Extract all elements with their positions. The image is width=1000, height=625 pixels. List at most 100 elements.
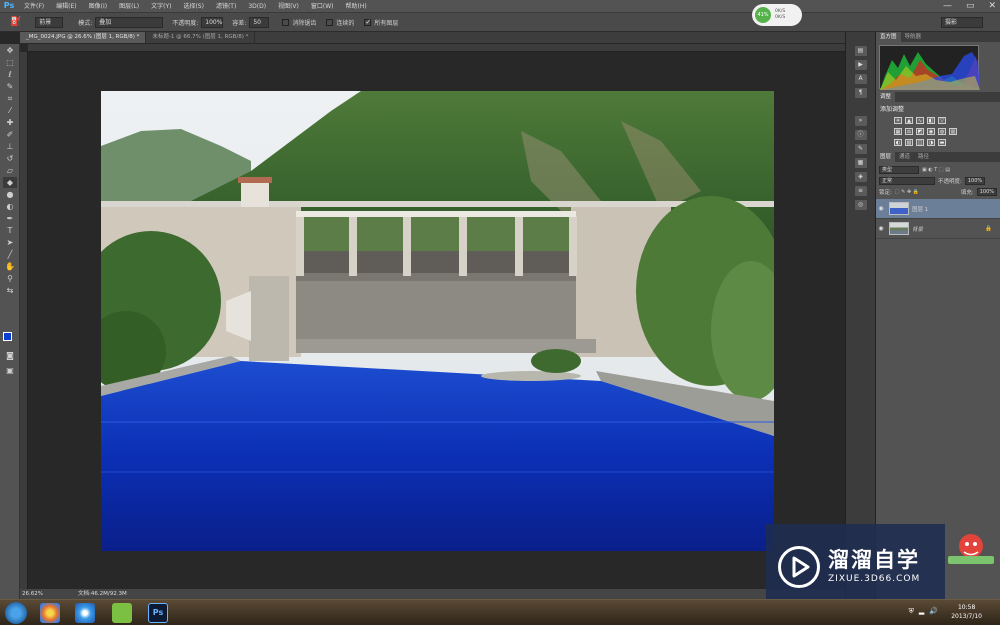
- invert-icon[interactable]: ◐: [894, 139, 902, 146]
- maximize-button[interactable]: ▭: [966, 0, 975, 12]
- vibrance-icon[interactable]: ▽: [938, 117, 946, 124]
- minimize-button[interactable]: —: [943, 0, 952, 12]
- layer-name[interactable]: 图层 1: [912, 205, 928, 213]
- threshold-icon[interactable]: ◫: [916, 139, 924, 146]
- swap-colors-icon[interactable]: ⇆: [3, 285, 17, 296]
- crop-tool-icon[interactable]: ⌗: [3, 93, 17, 104]
- move-tool-icon[interactable]: ✥: [3, 45, 17, 56]
- quick-select-tool-icon[interactable]: ✎: [3, 81, 17, 92]
- exposure-icon[interactable]: ◧: [927, 117, 935, 124]
- antialias-checkbox[interactable]: [282, 18, 290, 26]
- browser-taskbar-icon[interactable]: [40, 603, 60, 623]
- swatches-panel-icon[interactable]: ▦: [854, 158, 867, 168]
- fill-input[interactable]: 100%: [976, 187, 997, 196]
- filter-icons[interactable]: ▣ ◐ T ⬚ ▤: [922, 167, 950, 173]
- clock[interactable]: 10:58 2013/7/10: [951, 603, 982, 621]
- tab-paths[interactable]: 路径: [914, 152, 933, 162]
- tool-preset-select[interactable]: 前景: [35, 16, 64, 28]
- levels-icon[interactable]: ▲: [905, 117, 913, 124]
- visibility-eye-icon[interactable]: ◉: [876, 205, 886, 212]
- posterize-icon[interactable]: ▧: [905, 139, 913, 146]
- quick-mask-icon[interactable]: ◙: [3, 350, 17, 361]
- healing-brush-tool-icon[interactable]: ✚: [3, 117, 17, 128]
- photo-filter-icon[interactable]: ◉: [927, 128, 935, 135]
- layer-name[interactable]: 背景: [912, 225, 923, 233]
- tab-histogram[interactable]: 直方图: [876, 32, 901, 42]
- tab-navigator[interactable]: 导航器: [901, 32, 926, 42]
- hand-tool-icon[interactable]: ✋: [3, 261, 17, 272]
- security-taskbar-icon[interactable]: [112, 603, 132, 623]
- eyedropper-tool-icon[interactable]: ⁄: [3, 105, 17, 116]
- menu-help[interactable]: 帮助(H): [340, 0, 373, 13]
- hue-saturation-icon[interactable]: ▦: [894, 128, 902, 135]
- actions-panel-icon[interactable]: ▶: [854, 60, 867, 70]
- menu-view[interactable]: 视图(V): [272, 0, 305, 13]
- history-panel-icon[interactable]: ▤: [854, 46, 867, 56]
- menu-layer[interactable]: 图层(L): [113, 0, 145, 13]
- brush-tool-icon[interactable]: ✐: [3, 129, 17, 140]
- paint-bucket-tool-icon[interactable]: ◆: [3, 177, 17, 188]
- type-tool-icon[interactable]: T: [3, 225, 17, 236]
- clone-stamp-tool-icon[interactable]: ⊥: [3, 141, 17, 152]
- tolerance-input[interactable]: 50: [249, 16, 270, 28]
- kind-filter-select[interactable]: 类型: [879, 165, 919, 174]
- network-icon[interactable]: ▂: [919, 607, 924, 616]
- photoshop-taskbar-icon[interactable]: Ps: [148, 603, 168, 623]
- foreground-color-swatch[interactable]: [3, 332, 12, 341]
- color-balance-icon[interactable]: ⚖: [905, 128, 913, 135]
- layer-row-background[interactable]: ◉ 背景 🔒: [876, 219, 1000, 239]
- curves-icon[interactable]: ∿: [916, 117, 924, 124]
- gradient-map-icon[interactable]: ▬: [938, 139, 946, 146]
- styles-panel-icon[interactable]: ◈: [854, 172, 867, 182]
- contiguous-checkbox[interactable]: [326, 18, 334, 26]
- collapse-arrow-icon[interactable]: »: [854, 116, 867, 126]
- pen-tool-icon[interactable]: ✒: [3, 213, 17, 224]
- brush-panel-icon[interactable]: ✎: [854, 144, 867, 154]
- tab-adjustments[interactable]: 调整: [876, 92, 896, 102]
- path-select-tool-icon[interactable]: ➤: [3, 237, 17, 248]
- opacity-input[interactable]: 100%: [201, 16, 224, 28]
- marquee-tool-icon[interactable]: ⬚: [3, 57, 17, 68]
- tab-channels[interactable]: 通道: [895, 152, 914, 162]
- zoom-level[interactable]: 26.62%: [22, 589, 43, 599]
- all-layers-checkbox[interactable]: ✓: [364, 18, 372, 26]
- visibility-eye-icon[interactable]: ◉: [876, 225, 886, 232]
- layer-row-1[interactable]: ◉ 图层 1: [876, 199, 1000, 219]
- blend-mode-select[interactable]: 正常: [879, 176, 935, 185]
- layer-opacity-input[interactable]: 100%: [964, 176, 986, 185]
- dodge-tool-icon[interactable]: ◐: [3, 201, 17, 212]
- lasso-tool-icon[interactable]: ℓ: [3, 69, 17, 80]
- tab-mg0024[interactable]: _MG_0024.JPG @ 26.6% (图层 1, RGB/8) *: [20, 32, 147, 43]
- paint-bucket-icon[interactable]: ⛽: [10, 17, 21, 27]
- black-white-icon[interactable]: ◩: [916, 128, 924, 135]
- close-button[interactable]: ✕: [988, 0, 996, 12]
- zoom-tool-icon[interactable]: ⚲: [3, 273, 17, 284]
- brightness-icon[interactable]: ☀: [894, 117, 902, 124]
- start-button[interactable]: [5, 602, 27, 624]
- history-brush-tool-icon[interactable]: ↺: [3, 153, 17, 164]
- mode-select[interactable]: 叠加: [95, 16, 164, 28]
- 3d-panel-icon[interactable]: ◎: [854, 200, 867, 210]
- volume-icon[interactable]: 🔊: [929, 607, 938, 616]
- selective-color-icon[interactable]: ◑: [927, 139, 935, 146]
- menu-filter[interactable]: 滤镜(T): [210, 0, 242, 13]
- menu-image[interactable]: 图像(I): [83, 0, 113, 13]
- screen-mode-icon[interactable]: ▣: [3, 365, 17, 376]
- workspace-select[interactable]: 摄影: [941, 17, 983, 28]
- color-lookup-icon[interactable]: ▥: [949, 128, 957, 135]
- shield-icon[interactable]: ⛨: [909, 607, 914, 616]
- menu-type[interactable]: 文字(Y): [145, 0, 177, 13]
- menu-3d[interactable]: 3D(D): [242, 0, 272, 13]
- blur-tool-icon[interactable]: ●: [3, 189, 17, 200]
- ie-taskbar-icon[interactable]: [75, 603, 95, 623]
- tab-untitled-1[interactable]: 未标题-1 @ 66.7% (图层 1, RGB/8) *: [146, 32, 256, 43]
- properties-panel-icon[interactable]: ≡: [854, 186, 867, 196]
- character-panel-icon[interactable]: A: [854, 74, 867, 84]
- info-panel-icon[interactable]: ⓘ: [854, 130, 867, 140]
- menu-edit[interactable]: 编辑(E): [50, 0, 82, 13]
- eraser-tool-icon[interactable]: ▱: [3, 165, 17, 176]
- tab-layers[interactable]: 图层: [876, 152, 896, 162]
- menu-select[interactable]: 选择(S): [177, 0, 210, 13]
- paragraph-panel-icon[interactable]: ¶: [854, 88, 867, 98]
- document-image[interactable]: [101, 91, 774, 551]
